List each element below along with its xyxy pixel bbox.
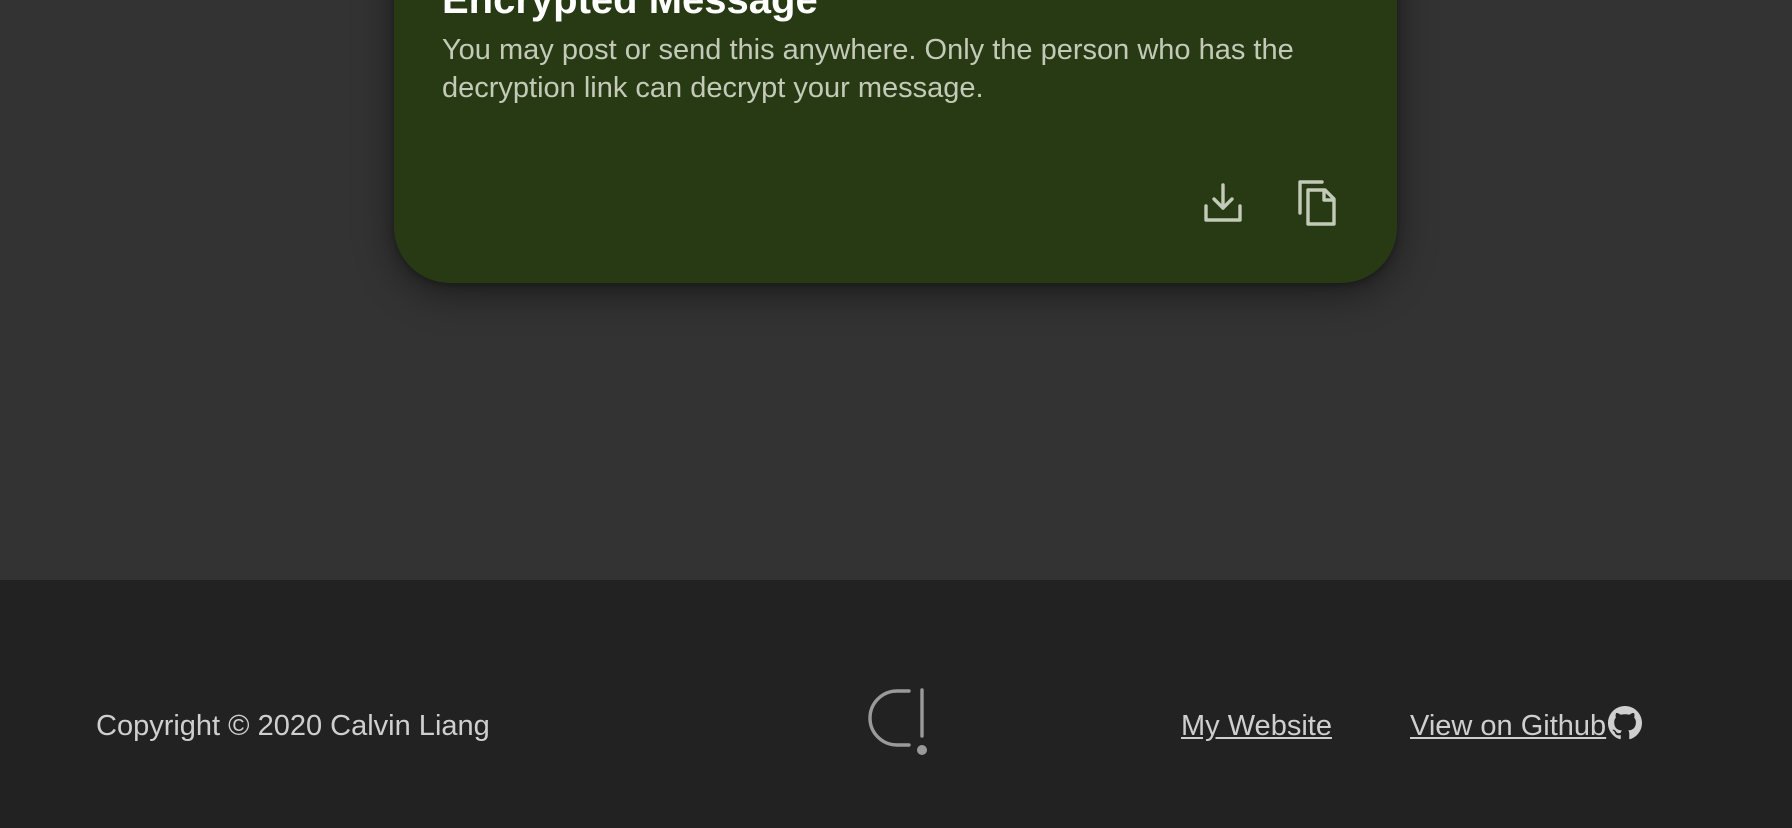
c-exclamation-logo bbox=[868, 688, 927, 755]
card-actions bbox=[1199, 179, 1341, 227]
site-logo bbox=[862, 688, 932, 762]
footer: Copyright © 2020 Calvin Liang My Website… bbox=[0, 580, 1792, 828]
main-area: Encrypted Message You may post or send t… bbox=[0, 0, 1792, 580]
github-link-label: View on Github bbox=[1410, 710, 1607, 742]
download-button[interactable] bbox=[1199, 179, 1247, 227]
view-on-github-link[interactable]: View on Github bbox=[1410, 706, 1643, 744]
encrypted-message-card: Encrypted Message You may post or send t… bbox=[394, 0, 1397, 283]
copy-button[interactable] bbox=[1293, 179, 1341, 227]
github-icon bbox=[1608, 706, 1643, 740]
copyright-text: Copyright © 2020 Calvin Liang bbox=[96, 710, 490, 742]
card-title: Encrypted Message bbox=[442, 0, 818, 22]
card-description: You may post or send this anywhere. Only… bbox=[442, 34, 1294, 104]
my-website-link[interactable]: My Website bbox=[1181, 708, 1332, 744]
download-icon bbox=[1204, 183, 1242, 222]
copy-icon bbox=[1298, 180, 1336, 226]
